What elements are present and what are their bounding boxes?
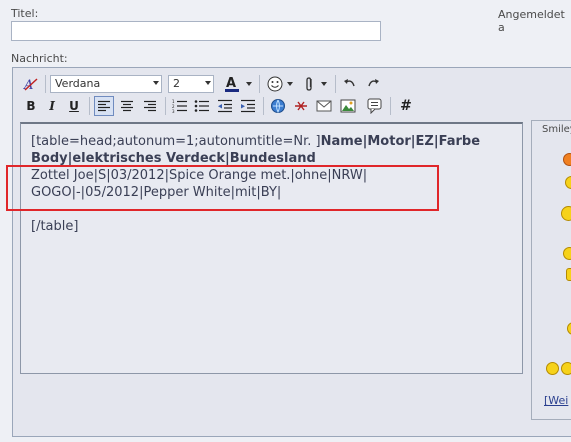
remove-format-icon[interactable]: A	[21, 74, 41, 94]
chevron-down-icon[interactable]	[318, 74, 330, 94]
chevron-down-icon[interactable]	[243, 74, 255, 94]
chevron-down-icon[interactable]	[284, 74, 296, 94]
toolbar-separator	[390, 97, 391, 115]
title-label: Titel:	[11, 7, 39, 20]
link-icon[interactable]	[268, 96, 288, 116]
chevron-down-icon	[153, 81, 159, 85]
align-center-icon[interactable]	[117, 96, 137, 116]
underline-button[interactable]: U	[64, 96, 84, 116]
font-color-icon[interactable]: A	[222, 74, 242, 94]
italic-button[interactable]: I	[42, 96, 62, 116]
bold-button[interactable]: B	[21, 96, 41, 116]
smiley-panel-title: Smiley	[542, 124, 571, 135]
toolbar-separator	[45, 75, 46, 93]
smiley-icon[interactable]	[566, 268, 571, 281]
bullet-list-icon[interactable]	[192, 96, 212, 116]
table-close-tag: [/table]	[31, 219, 79, 234]
svg-text:3: 3	[172, 109, 175, 113]
font-size-value: 2	[173, 77, 180, 90]
table-header-text: Name|Motor|EZ|Farbe	[320, 134, 481, 149]
smiley-icon[interactable]	[561, 362, 571, 375]
toolbar-separator	[259, 75, 260, 93]
quote-icon[interactable]	[365, 96, 385, 116]
chevron-down-icon	[205, 81, 211, 85]
redo-icon[interactable]	[363, 74, 383, 94]
svg-text:A: A	[226, 76, 236, 91]
table-button[interactable]: #	[396, 96, 416, 116]
align-left-icon[interactable]	[94, 96, 114, 116]
font-family-select[interactable]: Verdana	[50, 75, 162, 93]
message-label: Nachricht:	[11, 52, 68, 65]
toolbar-separator	[89, 97, 90, 115]
toolbar-separator	[335, 75, 336, 93]
indent-icon[interactable]	[238, 96, 258, 116]
image-icon[interactable]	[338, 96, 358, 116]
toolbar-separator	[263, 97, 264, 115]
unlink-icon[interactable]	[291, 96, 311, 116]
editor-line: [table=head;autonum=1;autonumtitle=Nr. ]…	[31, 134, 480, 149]
outdent-icon[interactable]	[215, 96, 235, 116]
highlight-box	[6, 165, 439, 211]
smiley-panel: Smiley	[531, 120, 571, 420]
smiley-icon[interactable]	[561, 206, 571, 221]
more-smilies-link[interactable]: [Wei	[544, 394, 568, 407]
svg-text:A: A	[23, 78, 33, 92]
email-icon[interactable]	[314, 96, 334, 116]
numbered-list-icon[interactable]: 123	[170, 96, 190, 116]
font-family-value: Verdana	[55, 77, 101, 90]
toolbar-separator	[165, 97, 166, 115]
message-textarea[interactable]: [table=head;autonum=1;autonumtitle=Nr. ]…	[20, 122, 523, 374]
smiley-icon[interactable]	[546, 362, 559, 375]
table-open-tag: [table=head;autonum=1;autonumtitle=Nr. ]	[31, 134, 321, 149]
smiley-icon[interactable]	[563, 153, 571, 166]
align-right-icon[interactable]	[140, 96, 160, 116]
title-input[interactable]	[11, 21, 381, 41]
font-size-select[interactable]: 2	[168, 75, 214, 93]
undo-icon[interactable]	[340, 74, 360, 94]
table-header-continuation: Body|elektrisches Verdeck|Bundesland	[31, 151, 316, 166]
attachment-icon[interactable]	[300, 74, 320, 94]
logged-in-label: Angemeldet a	[498, 8, 565, 34]
smiley-icon[interactable]	[563, 247, 571, 260]
smiley-icon[interactable]	[265, 74, 285, 94]
smiley-icon[interactable]	[565, 176, 571, 189]
